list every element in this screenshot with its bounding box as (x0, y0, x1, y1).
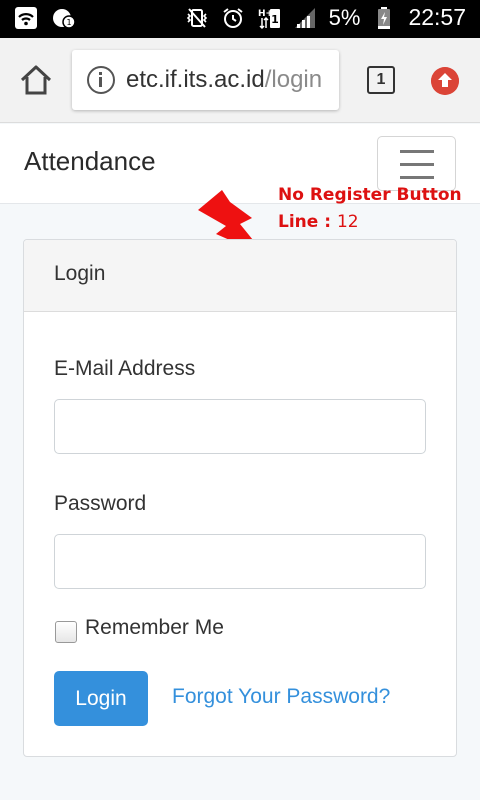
status-bar: 1 H+ 1 5% 22:57 (0, 0, 480, 38)
signal-icon (294, 7, 315, 28)
home-icon[interactable] (18, 62, 54, 98)
address-bar[interactable]: etc.if.its.ac.id/login (72, 50, 339, 110)
email-field[interactable] (54, 399, 426, 454)
battery-icon (378, 6, 391, 29)
battery-percent: 5% (328, 4, 361, 30)
annotation-title: No Register Button (278, 185, 462, 205)
forgot-password-link[interactable]: Forgot Your Password? (172, 685, 390, 709)
password-field[interactable] (54, 534, 426, 589)
alarm-icon (223, 7, 243, 28)
password-label: Password (54, 492, 147, 515)
url-text[interactable]: etc.if.its.ac.id/login (126, 66, 322, 94)
clock-time: 22:57 (408, 4, 466, 30)
notification-icon: 1 (53, 9, 76, 29)
network-h-plus-icon: H+ 1 (258, 8, 280, 29)
vibrate-icon (186, 7, 207, 28)
annotation-line: Line : 12 (278, 209, 462, 236)
update-icon[interactable] (431, 67, 459, 95)
remember-label[interactable]: Remember Me (85, 616, 224, 640)
svg-text:1: 1 (66, 18, 71, 27)
tabs-icon[interactable]: 1 (367, 66, 395, 94)
remember-checkbox[interactable] (55, 621, 77, 643)
svg-text:1: 1 (271, 13, 279, 26)
browser-toolbar: etc.if.its.ac.id/login 1 (0, 38, 480, 123)
card-title: Login (54, 262, 106, 285)
login-button[interactable]: Login (54, 671, 148, 726)
annotation-line-label: Line : (278, 212, 332, 232)
url-path: /login (264, 66, 323, 93)
login-card: Login E-Mail Address Password Remember M… (23, 239, 457, 757)
brand-title[interactable]: Attendance (24, 146, 156, 177)
url-domain: etc.if.its.ac.id (126, 66, 265, 93)
annotation-line-number: 12 (336, 212, 359, 232)
email-label: E-Mail Address (54, 357, 196, 380)
annotation-note: No Register Button Line : 12 (278, 182, 462, 236)
info-icon[interactable] (87, 66, 115, 94)
wifi-icon (15, 7, 37, 29)
